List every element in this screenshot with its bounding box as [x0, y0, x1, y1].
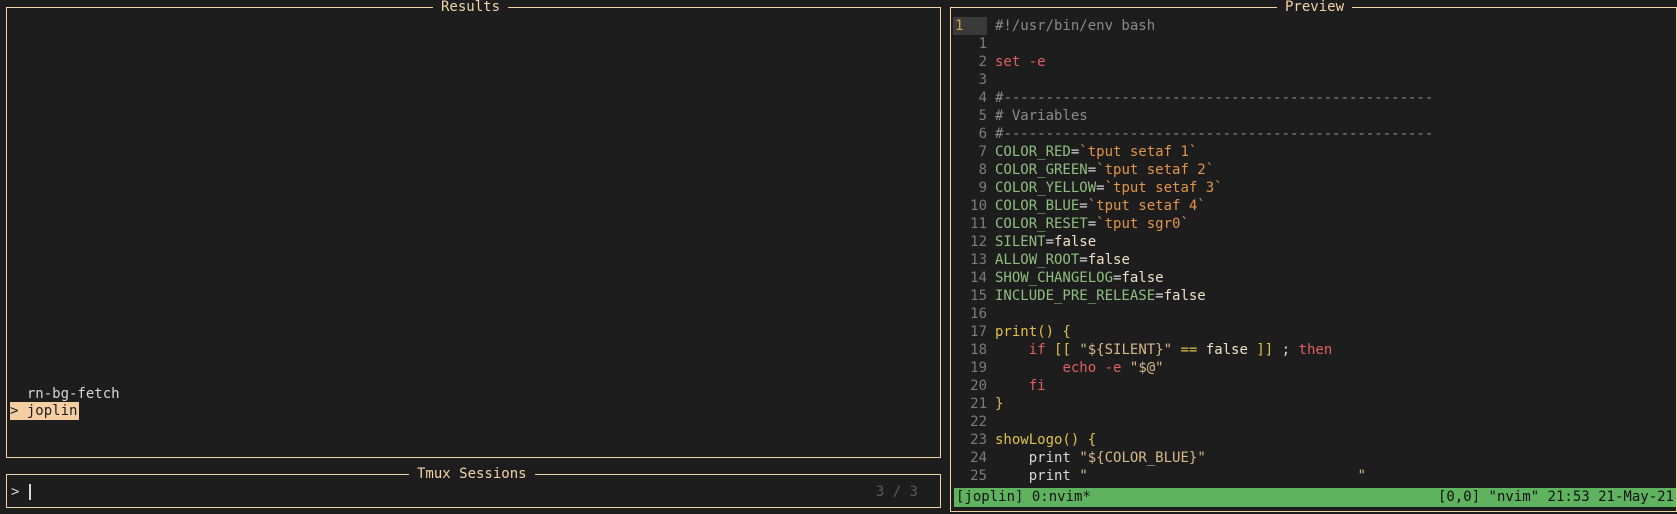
line-number: 19	[970, 360, 987, 376]
tmux-status-bar: [joplin] 0:nvim* [0,0] "nvim" 21:53 21-M…	[954, 488, 1676, 507]
line-number: 3	[978, 72, 987, 88]
line-text: #---------------------------------------…	[995, 126, 1434, 142]
status-right: [0,0] "nvim" 21:53 21-May-21	[1437, 489, 1674, 505]
code-line: 1	[953, 35, 1676, 53]
line-text: }	[995, 396, 1004, 412]
line-text: # Variables	[995, 108, 1088, 124]
preview-pane: Preview 1 #!/usr/bin/env bash 1 2 set -e 3 4 #-…	[950, 0, 1677, 512]
line-text: INCLUDE_PRE_RELEASE=false	[995, 288, 1206, 304]
line-number: 1	[953, 17, 987, 35]
line-text: COLOR_RED=`tput setaf 1`	[995, 144, 1198, 160]
code-line: 2 set -e	[953, 53, 1676, 71]
result-count: 3 / 3	[875, 484, 918, 500]
line-text: print " "	[1028, 468, 1366, 484]
line-number: 12	[970, 234, 987, 250]
result-item-joplin-selected[interactable]: > joplin	[10, 402, 80, 420]
line-text: COLOR_RESET=`tput sgr0`	[995, 216, 1189, 232]
code-line: 13 ALLOW_ROOT=false	[953, 251, 1676, 269]
code-line: 21}	[953, 395, 1676, 413]
line-text: print() {	[995, 324, 1071, 340]
line-number: 25	[970, 468, 987, 484]
line-text	[987, 35, 995, 53]
line-number: 10	[970, 198, 987, 214]
line-number: 4	[978, 90, 987, 106]
code-line: 6 #--------------------------------------…	[953, 125, 1676, 143]
line-text: SHOW_CHANGELOG=false	[995, 270, 1164, 286]
line-number: 7	[978, 144, 987, 160]
line-number: 9	[978, 180, 987, 196]
preview-code: 1 #!/usr/bin/env bash 1 2 set -e 3 4 #---------…	[953, 17, 1676, 485]
result-item-rn-bg-fetch[interactable]: rn-bg-fetch	[10, 385, 120, 403]
code-line: 16	[953, 305, 1676, 323]
search-input-cursor[interactable]	[29, 484, 31, 500]
results-title: Results	[433, 0, 509, 15]
code-line: 11 COLOR_RESET=`tput sgr0`	[953, 215, 1676, 233]
code-line: 9 COLOR_YELLOW=`tput setaf 3`	[953, 179, 1676, 197]
line-number: 22	[970, 414, 987, 430]
code-line: 22	[953, 413, 1676, 431]
line-text	[987, 71, 995, 89]
line-number: 5	[978, 108, 987, 124]
sessions-title: Tmux Sessions	[409, 466, 535, 482]
sessions-pane: Tmux Sessions > 3 / 3	[6, 466, 941, 508]
line-text	[987, 305, 995, 323]
line-number: 1	[978, 36, 987, 52]
code-line: 18 if [[ "${SILENT}" == false ]] ; then	[953, 341, 1676, 359]
line-number: 21	[970, 396, 987, 412]
line-text: COLOR_BLUE=`tput setaf 4`	[995, 198, 1206, 214]
line-number: 24	[970, 450, 987, 466]
line-number: 15	[970, 288, 987, 304]
code-line: 15 INCLUDE_PRE_RELEASE=false	[953, 287, 1676, 305]
line-text: showLogo() {	[995, 432, 1097, 448]
line-text: COLOR_YELLOW=`tput setaf 3`	[995, 180, 1223, 196]
code-line: 24 print "${COLOR_BLUE}"	[953, 449, 1676, 467]
line-number: 2	[978, 54, 987, 70]
code-line: 1 #!/usr/bin/env bash	[953, 17, 1676, 35]
line-text: print "${COLOR_BLUE}"	[1028, 450, 1206, 466]
code-line: 17 print() {	[953, 323, 1676, 341]
line-text: fi	[995, 378, 1046, 394]
line-number: 16	[970, 306, 987, 322]
line-text: SILENT=false	[995, 234, 1097, 250]
line-number: 17	[970, 324, 987, 340]
code-line: 20 fi	[953, 377, 1676, 395]
code-line: 12 SILENT=false	[953, 233, 1676, 251]
line-text: echo -e "$@"	[1062, 360, 1164, 376]
line-text: if [[ "${SILENT}" == false ]] ; then	[1028, 342, 1333, 358]
code-line: 8 COLOR_GREEN=`tput setaf 2`	[953, 161, 1676, 179]
status-left: [joplin] 0:nvim*	[956, 489, 1091, 505]
code-line: 23 showLogo() {	[953, 431, 1676, 449]
code-line: 5 # Variables	[953, 107, 1676, 125]
line-number: 6	[978, 126, 987, 142]
line-text: COLOR_GREEN=`tput setaf 2`	[995, 162, 1215, 178]
line-text: #---------------------------------------…	[995, 90, 1434, 106]
code-line: 4 #--------------------------------------…	[953, 89, 1676, 107]
code-line: 10 COLOR_BLUE=`tput setaf 4`	[953, 197, 1676, 215]
line-number: 13	[970, 252, 987, 268]
code-line: 14 SHOW_CHANGELOG=false	[953, 269, 1676, 287]
line-number: 23	[970, 432, 987, 448]
line-text	[987, 413, 995, 431]
line-number: 18	[970, 342, 987, 358]
code-line: 25 print " "	[953, 467, 1676, 485]
results-pane: Results rn-bg-fetch > joplin	[6, 0, 941, 458]
code-line: 7 COLOR_RED=`tput setaf 1`	[953, 143, 1676, 161]
prompt-symbol: >	[11, 484, 20, 500]
line-number: 8	[978, 162, 987, 178]
code-line: 19 echo -e "$@"	[953, 359, 1676, 377]
line-number: 20	[970, 378, 987, 394]
line-text: #!/usr/bin/env bash	[995, 18, 1156, 34]
line-number: 14	[970, 270, 987, 286]
line-text: ALLOW_ROOT=false	[995, 252, 1130, 268]
line-text: set -e	[995, 54, 1046, 70]
code-line: 3	[953, 71, 1676, 89]
preview-title: Preview	[1277, 0, 1353, 15]
line-number: 11	[970, 216, 987, 232]
